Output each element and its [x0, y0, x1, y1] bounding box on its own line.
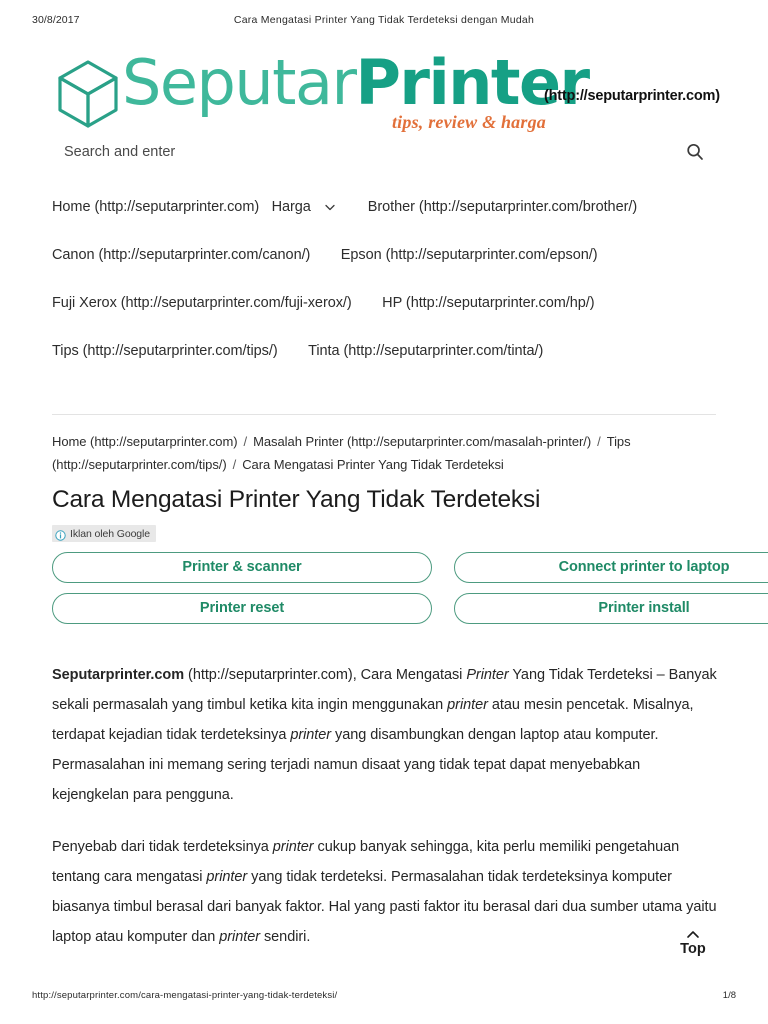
paragraph2-em-c: printer — [219, 929, 260, 945]
printed-page: 30/8/2017 Cara Mengatasi Printer Yang Ti… — [0, 0, 768, 1024]
nav-item-canon[interactable]: Canon (http://seputarprinter.com/canon/) — [52, 247, 310, 263]
breadcrumb-item-home[interactable]: Home (http://seputarprinter.com) — [52, 434, 238, 449]
paragraph1-em-b: printer — [447, 697, 488, 713]
brand-site-url[interactable]: (http://seputarprinter.com) — [544, 88, 720, 104]
chevron-up-icon — [684, 928, 702, 940]
brand-tagline: tips, review & harga — [391, 112, 546, 132]
brand-word-primary: Seputar — [122, 46, 357, 119]
cube-icon — [52, 58, 126, 132]
paragraph2-em-b: printer — [206, 869, 248, 885]
nav-item-hp[interactable]: HP (http://seputarprinter.com/hp/) — [382, 295, 594, 311]
nav-item-harga[interactable]: Harga — [272, 199, 311, 215]
breadcrumb-separator: / — [232, 457, 237, 472]
print-page-number: 1/8 — [722, 990, 736, 1001]
paragraph2-em-a: printer — [272, 839, 314, 855]
paragraph2-seg-d: sendiri. — [259, 929, 311, 945]
article-paragraph-2: Penyebab dari tidak terdeteksinya printe… — [52, 832, 720, 952]
article-lead-brand: Seputarprinter.com — [52, 667, 185, 683]
nav-item-home[interactable]: Home (http://seputarprinter.com) — [52, 199, 259, 215]
back-to-top-label: Top — [680, 941, 706, 957]
search-bar[interactable] — [52, 142, 716, 176]
nav-row: Fuji Xerox (http://seputarprinter.com/fu… — [52, 294, 732, 342]
print-header: 30/8/2017 Cara Mengatasi Printer Yang Ti… — [0, 14, 768, 30]
print-footer: http://seputarprinter.com/cara-mengatasi… — [0, 990, 768, 1004]
article-lead-url[interactable]: (http://seputarprinter.com) — [188, 667, 353, 683]
nav-row: Canon (http://seputarprinter.com/canon/)… — [52, 246, 732, 294]
ad-disclosure-text: Iklan oleh Google — [70, 527, 151, 540]
header-divider — [52, 414, 716, 415]
paragraph1-em-a: Printer — [466, 667, 509, 683]
breadcrumb-item-current: Cara Mengatasi Printer Yang Tidak Terdet… — [242, 457, 504, 472]
nav-item-brother[interactable]: Brother (http://seputarprinter.com/broth… — [368, 199, 637, 215]
search-input[interactable] — [64, 144, 624, 160]
ad-link-connect-printer-to-laptop[interactable]: Connect printer to laptop — [454, 552, 768, 583]
ad-link-printer-scanner[interactable]: Printer & scanner — [52, 552, 432, 583]
brand-word-secondary: Printer — [355, 46, 590, 119]
breadcrumb-separator: / — [243, 434, 248, 449]
brand-wordmark[interactable]: SeputarPrinter tips, review & harga — [122, 52, 590, 133]
search-icon[interactable] — [684, 141, 706, 163]
breadcrumb-separator: / — [597, 434, 601, 449]
breadcrumb: Home (http://seputarprinter.com) / Masalah… — [52, 430, 732, 476]
nav-item-tinta[interactable]: Tinta (http://seputarprinter.com/tinta/) — [308, 343, 543, 359]
paragraph2-seg-a: Penyebab dari tidak terdeteksinya — [52, 839, 273, 855]
info-icon[interactable] — [55, 528, 66, 541]
paragraph1-seg-a: , Cara Mengatasi — [352, 667, 467, 683]
ad-disclosure-label: Iklan oleh Google — [52, 525, 157, 542]
article-paragraph-1: Seputarprinter.com (http://seputarprinte… — [52, 660, 720, 810]
ad-unit: Printer & scanner Printer reset Connect … — [52, 552, 768, 624]
article-body: Seputarprinter.com (http://seputarprinte… — [52, 660, 720, 974]
site-header: SeputarPrinter tips, review & harga (htt… — [52, 52, 752, 138]
ad-column-left: Printer & scanner Printer reset — [52, 552, 432, 634]
nav-row: Tips (http://seputarprinter.com/tips/) T… — [52, 342, 732, 390]
ad-link-printer-reset[interactable]: Printer reset — [52, 593, 432, 624]
nav-row: Home (http://seputarprinter.com) Harga B… — [52, 198, 732, 246]
chevron-down-icon[interactable] — [323, 200, 337, 214]
page-title: Cara Mengatasi Printer Yang Tidak Terdet… — [52, 486, 541, 513]
back-to-top-button[interactable]: Top — [664, 928, 722, 972]
ad-column-right: Connect printer to laptop Printer instal… — [454, 552, 768, 634]
nav-item-fuji-xerox[interactable]: Fuji Xerox (http://seputarprinter.com/fu… — [52, 295, 352, 311]
print-document-title: Cara Mengatasi Printer Yang Tidak Terdet… — [233, 14, 535, 26]
nav-item-tips[interactable]: Tips (http://seputarprinter.com/tips/) — [52, 343, 278, 359]
paragraph1-em-c: printer — [290, 727, 332, 743]
main-navigation: Home (http://seputarprinter.com) Harga B… — [52, 198, 732, 390]
print-footer-url: http://seputarprinter.com/cara-mengatasi… — [32, 990, 338, 1001]
breadcrumb-item-masalah-printer[interactable]: Masalah Printer (http://seputarprinter.c… — [253, 434, 591, 449]
ad-link-printer-install[interactable]: Printer install — [454, 593, 768, 624]
nav-item-epson[interactable]: Epson (http://seputarprinter.com/epson/) — [341, 247, 598, 263]
